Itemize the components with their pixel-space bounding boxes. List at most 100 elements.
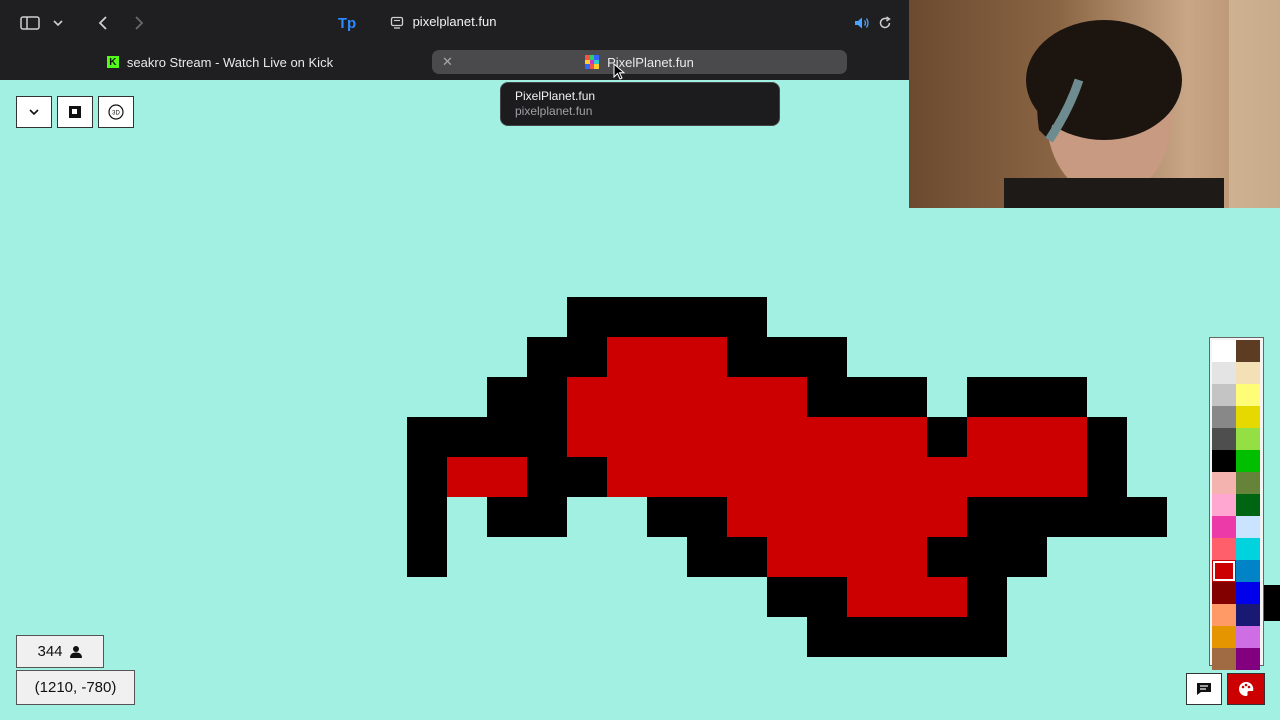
canvas-pixel[interactable] xyxy=(767,377,807,417)
canvas-pixel[interactable] xyxy=(807,497,847,537)
canvas-pixel[interactable] xyxy=(767,457,807,497)
canvas-pixel[interactable] xyxy=(1007,377,1047,417)
canvas-pixel[interactable] xyxy=(847,377,887,417)
canvas-pixel[interactable] xyxy=(567,457,607,497)
palette-swatch[interactable] xyxy=(1212,450,1236,472)
palette-swatch[interactable] xyxy=(1212,604,1236,626)
canvas-pixel[interactable] xyxy=(887,417,927,457)
canvas-pixel[interactable] xyxy=(807,617,847,657)
canvas-pixel[interactable] xyxy=(847,497,887,537)
canvas-pixel[interactable] xyxy=(567,297,607,337)
canvas-pixel[interactable] xyxy=(647,417,687,457)
palette-swatch[interactable] xyxy=(1236,494,1260,516)
coordinates-display[interactable]: (1210, -780) xyxy=(16,670,135,705)
canvas-pixel[interactable] xyxy=(407,417,447,457)
palette-swatch[interactable] xyxy=(1212,362,1236,384)
canvas-pixel[interactable] xyxy=(847,417,887,457)
palette-swatch[interactable] xyxy=(1236,362,1260,384)
palette-swatch[interactable] xyxy=(1236,384,1260,406)
canvas-pixel[interactable] xyxy=(487,417,527,457)
canvas-pixel[interactable] xyxy=(1087,417,1127,457)
palette-swatch[interactable] xyxy=(1236,626,1260,648)
canvas-pixel[interactable] xyxy=(807,537,847,577)
canvas-pixel[interactable] xyxy=(767,537,807,577)
canvas-pixel[interactable] xyxy=(927,537,967,577)
speaker-icon[interactable] xyxy=(853,12,871,34)
canvas-pixel[interactable] xyxy=(887,457,927,497)
palette-swatch[interactable] xyxy=(1236,472,1260,494)
canvas-pixel[interactable] xyxy=(887,617,927,657)
canvas-pixel[interactable] xyxy=(527,377,567,417)
reload-icon[interactable] xyxy=(876,12,894,34)
palette-swatch[interactable] xyxy=(1236,516,1260,538)
palette-swatch[interactable] xyxy=(1212,560,1236,582)
canvas-pixel[interactable] xyxy=(687,417,727,457)
canvas-pixel[interactable] xyxy=(927,457,967,497)
canvas-pixel[interactable] xyxy=(887,537,927,577)
palette-swatch[interactable] xyxy=(1212,582,1236,604)
canvas-pixel[interactable] xyxy=(967,497,1007,537)
palette-swatch[interactable] xyxy=(1236,648,1260,670)
palette-swatch[interactable] xyxy=(1212,384,1236,406)
canvas-pixel[interactable] xyxy=(1047,497,1087,537)
palette-swatch[interactable] xyxy=(1236,428,1260,450)
canvas-pixel[interactable] xyxy=(607,377,647,417)
address-bar[interactable]: pixelplanet.fun xyxy=(0,14,909,29)
3d-view-button[interactable]: 3D xyxy=(98,96,134,128)
canvas-pixel[interactable] xyxy=(607,297,647,337)
canvas-pixel[interactable] xyxy=(847,537,887,577)
canvas-pixel[interactable] xyxy=(767,497,807,537)
canvas-pixel[interactable] xyxy=(487,497,527,537)
canvas-pixel[interactable] xyxy=(927,577,967,617)
canvas-pixel[interactable] xyxy=(927,417,967,457)
canvas-pixel[interactable] xyxy=(1007,537,1047,577)
canvas-pixel[interactable] xyxy=(687,337,727,377)
canvas-pixel[interactable] xyxy=(1087,497,1127,537)
palette-swatch[interactable] xyxy=(1236,604,1260,626)
canvas-pixel[interactable] xyxy=(1007,497,1047,537)
canvas-pixel[interactable] xyxy=(927,497,967,537)
canvas-pixel[interactable] xyxy=(847,617,887,657)
palette-swatch[interactable] xyxy=(1236,340,1260,362)
canvas-pixel[interactable] xyxy=(527,417,567,457)
canvas-pixel[interactable] xyxy=(487,377,527,417)
tab-kick-stream[interactable]: K seakro Stream - Watch Live on Kick xyxy=(8,50,432,74)
palette-toggle-button[interactable] xyxy=(1227,673,1265,705)
canvas-pixel[interactable] xyxy=(1127,497,1167,537)
canvas-pixel[interactable] xyxy=(607,457,647,497)
canvas-pixel[interactable] xyxy=(887,497,927,537)
palette-swatch[interactable] xyxy=(1236,450,1260,472)
palette-swatch[interactable] xyxy=(1212,472,1236,494)
canvas-pixel[interactable] xyxy=(567,337,607,377)
canvas-pixel[interactable] xyxy=(727,297,767,337)
canvas-pixel[interactable] xyxy=(967,617,1007,657)
canvas-pixel[interactable] xyxy=(687,537,727,577)
chat-button[interactable] xyxy=(1186,673,1222,705)
canvas-pixel[interactable] xyxy=(727,457,767,497)
canvas-pixel[interactable] xyxy=(727,337,767,377)
canvas-pixel[interactable] xyxy=(927,617,967,657)
canvas-pixel[interactable] xyxy=(807,417,847,457)
canvas-pixel[interactable] xyxy=(647,457,687,497)
palette-swatch[interactable] xyxy=(1212,516,1236,538)
palette-swatch[interactable] xyxy=(1212,538,1236,560)
canvas-pixel[interactable] xyxy=(647,377,687,417)
palette-swatch[interactable] xyxy=(1236,582,1260,604)
canvas-pixel[interactable] xyxy=(727,497,767,537)
canvas-pixel[interactable] xyxy=(967,377,1007,417)
canvas-pixel[interactable] xyxy=(607,417,647,457)
canvas-pixel[interactable] xyxy=(847,577,887,617)
canvas-pixel[interactable] xyxy=(967,457,1007,497)
canvas-pixel[interactable] xyxy=(767,577,807,617)
close-tab-icon[interactable]: ✕ xyxy=(442,54,453,70)
canvas-pixel[interactable] xyxy=(647,497,687,537)
canvas-pixel[interactable] xyxy=(807,377,847,417)
canvas-pixel[interactable] xyxy=(527,337,567,377)
canvas-pixel[interactable] xyxy=(967,537,1007,577)
canvas-pixel[interactable] xyxy=(807,337,847,377)
palette-swatch[interactable] xyxy=(1212,648,1236,670)
canvas-pixel[interactable] xyxy=(647,337,687,377)
canvas-select-button[interactable] xyxy=(57,96,93,128)
canvas-pixel[interactable] xyxy=(687,297,727,337)
canvas-pixel[interactable] xyxy=(487,457,527,497)
